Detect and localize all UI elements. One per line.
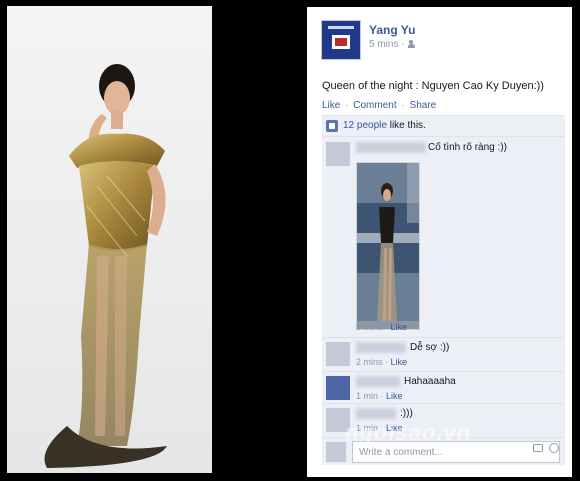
comment-text: Cố tình rõ ràng :)) [428, 142, 507, 153]
viewer-avatar [326, 442, 346, 462]
comment-timestamp[interactable]: 1 min [356, 391, 378, 401]
gown-photo [7, 6, 212, 473]
post-meta: 5 mins · [369, 39, 418, 50]
comment-text: Hahaaaaha [404, 376, 456, 387]
author-name[interactable]: Yang Yu [369, 23, 415, 37]
commenter-avatar[interactable] [326, 376, 350, 400]
thumbs-up-icon [326, 120, 338, 132]
like-button[interactable]: Like [322, 100, 340, 111]
likes-summary: 12 people like this. [322, 116, 565, 137]
emoticon-icon[interactable] [549, 443, 559, 453]
meta-separator: · [401, 39, 405, 50]
gown-illustration [44, 64, 167, 468]
commenter-avatar[interactable] [326, 142, 350, 166]
comment-like-button[interactable]: Like [386, 391, 403, 401]
comment-like-button[interactable]: Like [391, 357, 408, 367]
comments-section: 12 people like this. Cố tình rõ ràng :)) [322, 115, 565, 465]
likes-suffix: like this. [386, 120, 426, 131]
commenter-name-blurred[interactable] [356, 408, 396, 419]
action-separator: · [401, 100, 405, 111]
comment-meta-separator: · [378, 391, 387, 401]
comment-meta-separator: · [382, 322, 391, 332]
author-avatar[interactable] [321, 20, 361, 60]
comment-timestamp[interactable]: 5 mins [356, 322, 383, 332]
comment-meta: 1 min · Like [356, 391, 403, 401]
camera-icon[interactable] [533, 444, 543, 452]
likes-count-link[interactable]: 12 people [343, 120, 387, 131]
post-text: Queen of the night : Nguyen Cao Ky Duyen… [322, 80, 544, 92]
commenter-name-blurred[interactable] [356, 376, 400, 387]
comment-like-button[interactable]: Like [391, 322, 408, 332]
comment-meta: 5 mins · Like [356, 322, 407, 332]
post-actions: Like · Comment · Share [322, 100, 436, 111]
flag-icon [332, 35, 350, 49]
watermark: ngoisao.vn [345, 420, 472, 445]
post-timestamp[interactable]: 5 mins [369, 39, 398, 50]
share-button[interactable]: Share [410, 100, 437, 111]
comment-item: Dễ sợ :)) 2 mins · Like [322, 338, 565, 372]
comment-item: Hahaaaaha 1 min · Like [322, 372, 565, 404]
comment-item: Cố tình rõ ràng :)) 5 mins · Like [322, 138, 565, 338]
comment-photo[interactable] [356, 162, 420, 330]
stage-photo-thumbnail [357, 163, 419, 329]
audience-friends-icon[interactable] [407, 40, 418, 48]
comment-button[interactable]: Comment [353, 100, 396, 111]
post-header: Yang Yu 5 mins · [321, 20, 561, 62]
comment-timestamp[interactable]: 2 mins [356, 357, 383, 367]
comment-text: Dễ sợ :)) [410, 342, 450, 353]
comment-meta-separator: · [382, 357, 391, 367]
comment-text: :))) [400, 408, 413, 419]
commenter-avatar[interactable] [326, 342, 350, 366]
facebook-post: Yang Yu 5 mins · Queen of the night : Ngu… [307, 7, 572, 477]
comment-meta: 2 mins · Like [356, 357, 407, 367]
commenter-name-blurred[interactable] [356, 142, 426, 153]
action-separator: · [345, 100, 349, 111]
commenter-name-blurred[interactable] [356, 342, 406, 353]
